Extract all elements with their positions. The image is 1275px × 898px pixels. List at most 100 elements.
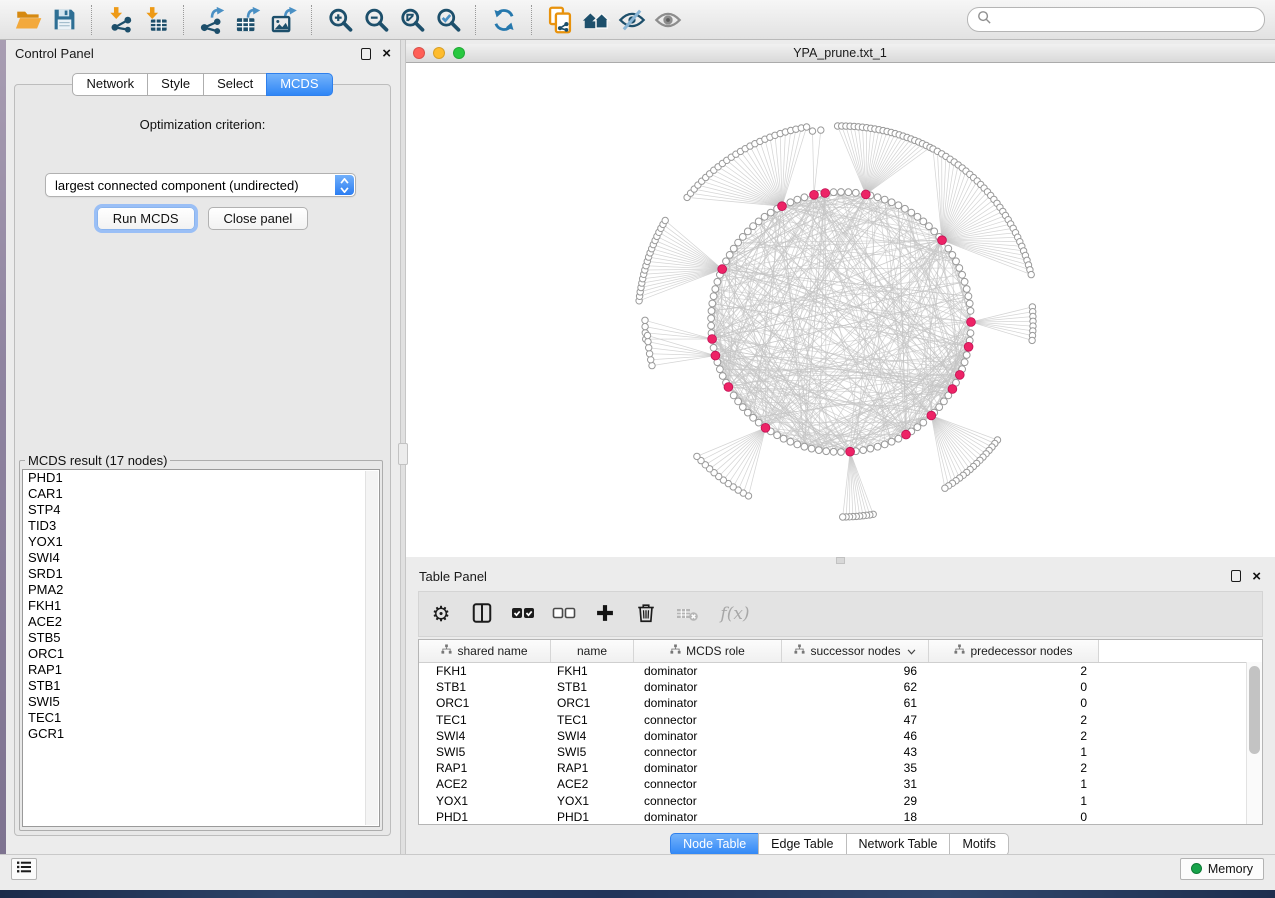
network-node[interactable] bbox=[642, 323, 648, 329]
network-node[interactable] bbox=[761, 213, 768, 220]
zoom-out-button[interactable] bbox=[358, 3, 394, 37]
network-node[interactable] bbox=[931, 228, 938, 235]
scrollbar-thumb[interactable] bbox=[1249, 666, 1260, 754]
network-node[interactable] bbox=[646, 345, 652, 351]
list-item[interactable]: SRD1 bbox=[23, 566, 379, 582]
network-node[interactable] bbox=[646, 351, 652, 357]
network-node[interactable] bbox=[774, 432, 781, 439]
show-graphics-details-button[interactable] bbox=[650, 3, 686, 37]
list-scrollbar[interactable] bbox=[365, 471, 378, 825]
mcds-hub-node[interactable] bbox=[718, 265, 727, 274]
delete-columns-button[interactable] bbox=[630, 596, 662, 632]
network-node[interactable] bbox=[830, 448, 837, 455]
float-panel-icon[interactable] bbox=[361, 48, 371, 60]
float-panel-icon[interactable] bbox=[1231, 570, 1241, 582]
network-node[interactable] bbox=[867, 445, 874, 452]
zoom-in-button[interactable] bbox=[322, 3, 358, 37]
network-node[interactable] bbox=[1029, 337, 1035, 343]
create-column-button[interactable] bbox=[589, 596, 621, 632]
network-node[interactable] bbox=[735, 398, 742, 405]
network-node[interactable] bbox=[1028, 271, 1034, 277]
list-item[interactable]: ACE2 bbox=[23, 614, 379, 630]
network-node[interactable] bbox=[920, 419, 927, 426]
tab-network[interactable]: Network bbox=[72, 73, 148, 96]
new-network-from-selection-button[interactable] bbox=[542, 3, 578, 37]
network-node[interactable] bbox=[709, 300, 716, 307]
network-node[interactable] bbox=[730, 392, 737, 399]
network-node[interactable] bbox=[801, 443, 808, 450]
mcds-hub-node[interactable] bbox=[861, 190, 870, 199]
network-node[interactable] bbox=[914, 213, 921, 220]
table-row[interactable]: FKH1FKH1dominator962 bbox=[419, 663, 1247, 679]
mcds-hub-node[interactable] bbox=[964, 342, 973, 351]
list-item[interactable]: PMA2 bbox=[23, 582, 379, 598]
network-node[interactable] bbox=[794, 196, 801, 203]
network-node[interactable] bbox=[801, 194, 808, 201]
network-node[interactable] bbox=[787, 199, 794, 206]
network-node[interactable] bbox=[708, 315, 715, 322]
network-node[interactable] bbox=[942, 485, 948, 491]
list-item[interactable]: SWI4 bbox=[23, 550, 379, 566]
network-node[interactable] bbox=[755, 419, 762, 426]
table-row[interactable]: PHD1PHD1dominator180 bbox=[419, 809, 1247, 825]
table-row[interactable]: YOX1YOX1connector291 bbox=[419, 793, 1247, 809]
mcds-hub-node[interactable] bbox=[902, 430, 911, 439]
export-network-button[interactable] bbox=[194, 3, 230, 37]
show-task-history-button[interactable] bbox=[11, 858, 37, 880]
list-item[interactable]: STB1 bbox=[23, 678, 379, 694]
network-node[interactable] bbox=[908, 209, 915, 216]
network-node[interactable] bbox=[755, 218, 762, 225]
network-node[interactable] bbox=[961, 278, 968, 285]
network-node[interactable] bbox=[852, 189, 859, 196]
network-node[interactable] bbox=[714, 278, 721, 285]
network-node[interactable] bbox=[945, 245, 952, 252]
network-node[interactable] bbox=[735, 239, 742, 246]
mcds-hub-node[interactable] bbox=[927, 411, 936, 420]
network-node[interactable] bbox=[830, 189, 837, 196]
network-view[interactable] bbox=[405, 63, 1275, 557]
table-row[interactable]: RAP1RAP1dominator352 bbox=[419, 760, 1247, 776]
network-node[interactable] bbox=[694, 453, 700, 459]
vertical-splitter[interactable] bbox=[400, 40, 406, 854]
tab-network-table[interactable]: Network Table bbox=[846, 833, 951, 856]
tab-edge-table[interactable]: Edge Table bbox=[758, 833, 846, 856]
network-node[interactable] bbox=[780, 435, 787, 442]
mcds-hub-node[interactable] bbox=[846, 447, 855, 456]
mcds-hub-node[interactable] bbox=[821, 189, 830, 198]
import-network-button[interactable] bbox=[102, 3, 138, 37]
network-node[interactable] bbox=[936, 404, 943, 411]
column-header-successor-nodes[interactable]: successor nodes bbox=[782, 640, 929, 662]
column-settings-button[interactable]: ⚙ bbox=[425, 596, 457, 632]
column-header-predecessor-nodes[interactable]: predecessor nodes bbox=[929, 640, 1099, 662]
unselect-all-columns-button[interactable] bbox=[548, 596, 580, 632]
network-node[interactable] bbox=[649, 362, 655, 368]
network-node[interactable] bbox=[719, 373, 726, 380]
close-panel-icon[interactable]: × bbox=[382, 46, 391, 61]
network-node[interactable] bbox=[840, 514, 846, 520]
network-node[interactable] bbox=[662, 217, 668, 223]
network-node[interactable] bbox=[967, 330, 974, 337]
network-node[interactable] bbox=[963, 352, 970, 359]
network-node[interactable] bbox=[965, 293, 972, 300]
horizontal-splitter-handle[interactable] bbox=[836, 557, 845, 564]
network-node[interactable] bbox=[860, 447, 867, 454]
tab-node-table[interactable]: Node Table bbox=[670, 833, 759, 856]
criterion-select[interactable]: largest connected component (undirected) bbox=[45, 173, 356, 197]
tab-select[interactable]: Select bbox=[203, 73, 267, 96]
close-panel-icon[interactable]: × bbox=[1252, 569, 1261, 584]
network-node[interactable] bbox=[920, 218, 927, 225]
zoom-selected-button[interactable] bbox=[430, 3, 466, 37]
mcds-hub-node[interactable] bbox=[711, 351, 720, 360]
network-node[interactable] bbox=[750, 223, 757, 230]
export-image-button[interactable] bbox=[266, 3, 302, 37]
list-item[interactable]: STB5 bbox=[23, 630, 379, 646]
network-node[interactable] bbox=[710, 344, 717, 351]
zoom-fit-button[interactable] bbox=[394, 3, 430, 37]
network-node[interactable] bbox=[710, 293, 717, 300]
network-node[interactable] bbox=[708, 308, 715, 315]
mcds-hub-node[interactable] bbox=[724, 383, 733, 392]
list-item[interactable]: YOX1 bbox=[23, 534, 379, 550]
network-node[interactable] bbox=[895, 435, 902, 442]
list-item[interactable]: TID3 bbox=[23, 518, 379, 534]
table-row[interactable]: STB1STB1dominator620 bbox=[419, 679, 1247, 695]
